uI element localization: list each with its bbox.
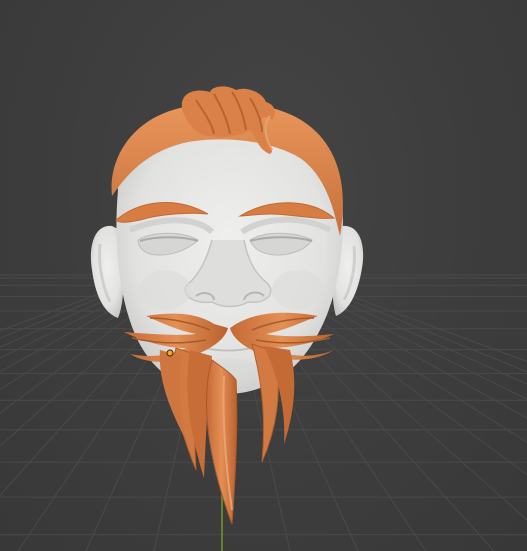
object-origin-dot[interactable]	[166, 349, 174, 357]
3d-viewport[interactable]	[0, 0, 527, 551]
grid-line	[0, 274, 151, 332]
